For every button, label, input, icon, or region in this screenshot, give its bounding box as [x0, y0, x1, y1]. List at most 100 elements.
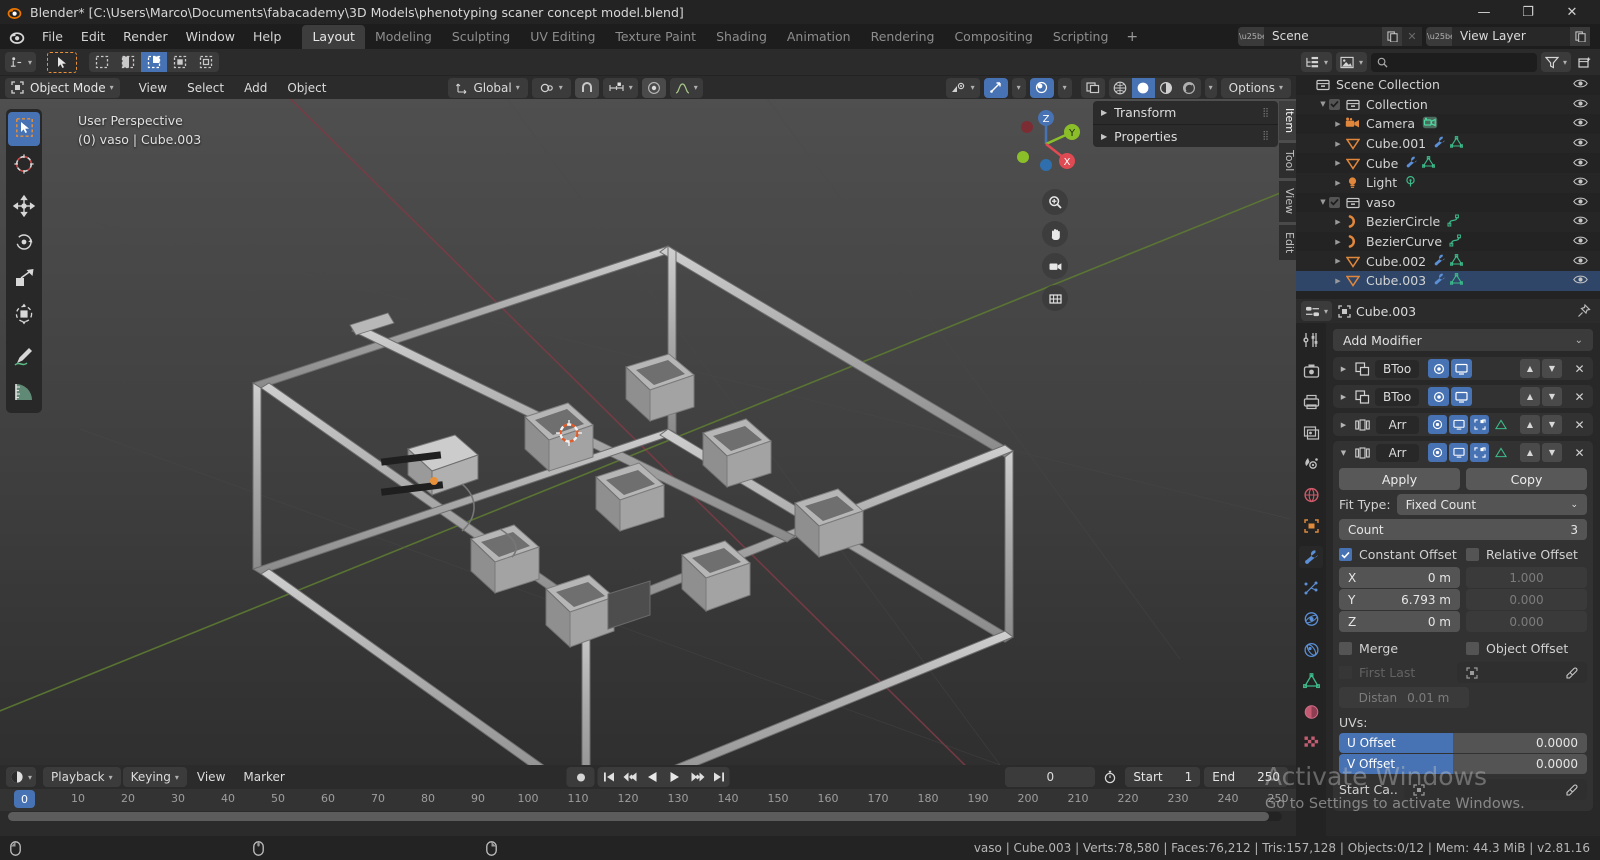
wireframe-shading-icon[interactable] [1109, 78, 1132, 98]
hide-in-viewport-toggle[interactable] [1573, 136, 1588, 151]
select-intersect-icon[interactable] [193, 52, 219, 72]
shading-settings-dropdown[interactable]: ▾ [1204, 77, 1217, 98]
new-view-layer-button[interactable] [1570, 27, 1590, 46]
prev-keyframe-button[interactable] [620, 767, 642, 787]
hide-in-viewport-toggle[interactable] [1573, 116, 1588, 131]
mesh-data-icon[interactable] [1449, 136, 1464, 151]
current-frame-field[interactable]: 0 [1005, 767, 1096, 787]
render-visibility-toggle[interactable] [1428, 387, 1450, 406]
outliner-row-cube-002[interactable]: ▶ Cube.002 [1296, 251, 1600, 271]
outliner-row-vaso[interactable]: ▼ vaso [1296, 193, 1600, 213]
viewport-visibility-toggle[interactable] [1451, 359, 1473, 378]
hide-in-viewport-toggle[interactable] [1573, 254, 1588, 269]
modifier-name[interactable]: BToo [1375, 359, 1420, 378]
move-modifier-up-button[interactable]: ▲ [1520, 387, 1540, 406]
solid-shading-icon[interactable] [1131, 77, 1155, 98]
object-offset-object-field[interactable] [1457, 662, 1587, 683]
move-modifier-up-button[interactable]: ▲ [1520, 359, 1540, 378]
tab-object-data[interactable] [1299, 670, 1323, 692]
tab-compositing[interactable]: Compositing [944, 25, 1042, 49]
measure-tool[interactable] [8, 376, 40, 410]
transform-orientation-dropdown[interactable]: Global ▾ [448, 77, 528, 98]
render-visibility-toggle[interactable] [1428, 415, 1447, 434]
tab-modeling[interactable]: Modeling [365, 25, 442, 49]
side-tab-item[interactable]: Item [1279, 101, 1296, 141]
add-workspace-button[interactable]: + [1118, 27, 1146, 47]
next-keyframe-button[interactable] [686, 767, 708, 787]
material-preview-shading-icon[interactable] [1155, 78, 1178, 98]
tab-uv-editing[interactable]: UV Editing [520, 25, 605, 49]
viewport-options-dropdown[interactable]: Options ▾ [1220, 77, 1291, 98]
wrench-icon[interactable] [1433, 273, 1446, 288]
editor-type-button[interactable]: ▾ [5, 52, 37, 72]
outliner-rows[interactable]: Scene Collection ▼ Collection ▶ Camera ▶ Cube.… [1296, 75, 1600, 299]
delete-modifier-button[interactable]: ✕ [1570, 387, 1589, 406]
outliner-row-light[interactable]: ▶ Light [1296, 172, 1600, 193]
expand-arrow-icon[interactable]: ▶ [1332, 238, 1344, 246]
expand-arrow-icon[interactable]: ▶ [1332, 277, 1344, 285]
gizmo-settings-dropdown[interactable]: ▾ [1011, 77, 1026, 98]
menu-edit[interactable]: Edit [72, 26, 114, 47]
delete-modifier-button[interactable]: ✕ [1570, 415, 1589, 434]
hide-in-viewport-toggle[interactable] [1573, 273, 1588, 288]
hide-in-viewport-toggle[interactable] [1573, 234, 1588, 249]
menu-file[interactable]: File [33, 26, 72, 47]
select-extend-icon[interactable] [115, 52, 141, 72]
blender-menu-icon[interactable] [8, 28, 25, 45]
collection-checkbox[interactable] [1329, 196, 1340, 208]
hide-in-viewport-toggle[interactable] [1573, 156, 1588, 171]
curve-data-icon[interactable] [1449, 234, 1463, 250]
tab-shading[interactable]: Shading [706, 25, 777, 49]
tab-sculpting[interactable]: Sculpting [442, 25, 520, 49]
viewport-menu-view[interactable]: View [131, 78, 175, 98]
hide-in-viewport-toggle[interactable] [1573, 214, 1588, 229]
start-cap-field[interactable] [1403, 779, 1587, 800]
overlay-settings-dropdown[interactable]: ▾ [1057, 77, 1072, 98]
tab-render[interactable] [1299, 360, 1323, 382]
jump-to-end-button[interactable] [708, 767, 730, 787]
navigation-gizmo[interactable]: Z Y X [1006, 104, 1086, 184]
timeline-editor-type-button[interactable]: ▾ [6, 767, 37, 787]
side-panel-properties[interactable]: ▶ Properties ⣿ [1093, 124, 1278, 147]
outliner-row-cube-003[interactable]: ▶ Cube.003 [1296, 270, 1600, 291]
outliner-row-camera[interactable]: ▶ Camera [1296, 114, 1600, 134]
select-invert-icon[interactable] [167, 52, 193, 72]
tab-rendering[interactable]: Rendering [861, 25, 945, 49]
move-modifier-up-button[interactable]: ▲ [1520, 443, 1540, 462]
relative-offset-z-field[interactable]: 0.000 [1466, 611, 1587, 632]
u-offset-row[interactable]: U Offset 0.0000 [1339, 733, 1587, 753]
wrench-icon[interactable] [1433, 136, 1446, 151]
side-tab-tool[interactable]: Tool [1279, 143, 1296, 179]
collection-checkbox[interactable] [1329, 98, 1340, 110]
on-cage-toggle[interactable] [1491, 443, 1510, 462]
timeline-scrollbar[interactable] [8, 812, 1282, 821]
mesh-data-icon[interactable] [1449, 273, 1464, 288]
zoom-view-button[interactable] [1042, 189, 1068, 215]
select-subtract-icon[interactable] [141, 52, 168, 72]
constant-offset-x-field[interactable]: X 0 m [1339, 567, 1460, 588]
tab-scripting[interactable]: Scripting [1043, 25, 1119, 49]
scene-selector[interactable]: \u25be Scene ✕ [1238, 27, 1422, 46]
edit-mode-visibility-toggle[interactable] [1470, 443, 1489, 462]
viewport-visibility-toggle[interactable] [1451, 387, 1473, 406]
camera-data-icon[interactable] [1422, 116, 1438, 132]
side-panel-transform[interactable]: ▶ Transform ⣿ [1093, 101, 1278, 124]
outliner-row-cube[interactable]: ▶ Cube [1296, 153, 1600, 173]
outliner-display-mode-button[interactable]: ▾ [1336, 52, 1368, 72]
curve-data-icon[interactable] [1447, 214, 1461, 230]
tab-texture-paint[interactable]: Texture Paint [605, 25, 706, 49]
expand-chevron-icon[interactable]: ▶ [1337, 421, 1350, 429]
cursor-tool[interactable] [8, 148, 40, 182]
outliner-row-collection[interactable]: ▼ Collection [1296, 94, 1600, 115]
outliner-search-input[interactable] [1393, 55, 1531, 69]
modifier-panel-array-1[interactable]: ▶ Arr ▲ ▼ ✕ [1333, 413, 1593, 436]
rotate-tool[interactable] [8, 226, 40, 260]
tab-texture[interactable] [1299, 732, 1323, 754]
delete-modifier-button[interactable]: ✕ [1570, 359, 1589, 378]
play-button[interactable] [664, 767, 686, 787]
modifier-name[interactable]: Arr [1376, 443, 1419, 462]
timeline-menu-view[interactable]: View [189, 767, 233, 787]
tab-tool[interactable] [1299, 329, 1323, 351]
relative-offset-y-field[interactable]: 0.000 [1466, 589, 1587, 610]
menu-help[interactable]: Help [244, 26, 291, 47]
